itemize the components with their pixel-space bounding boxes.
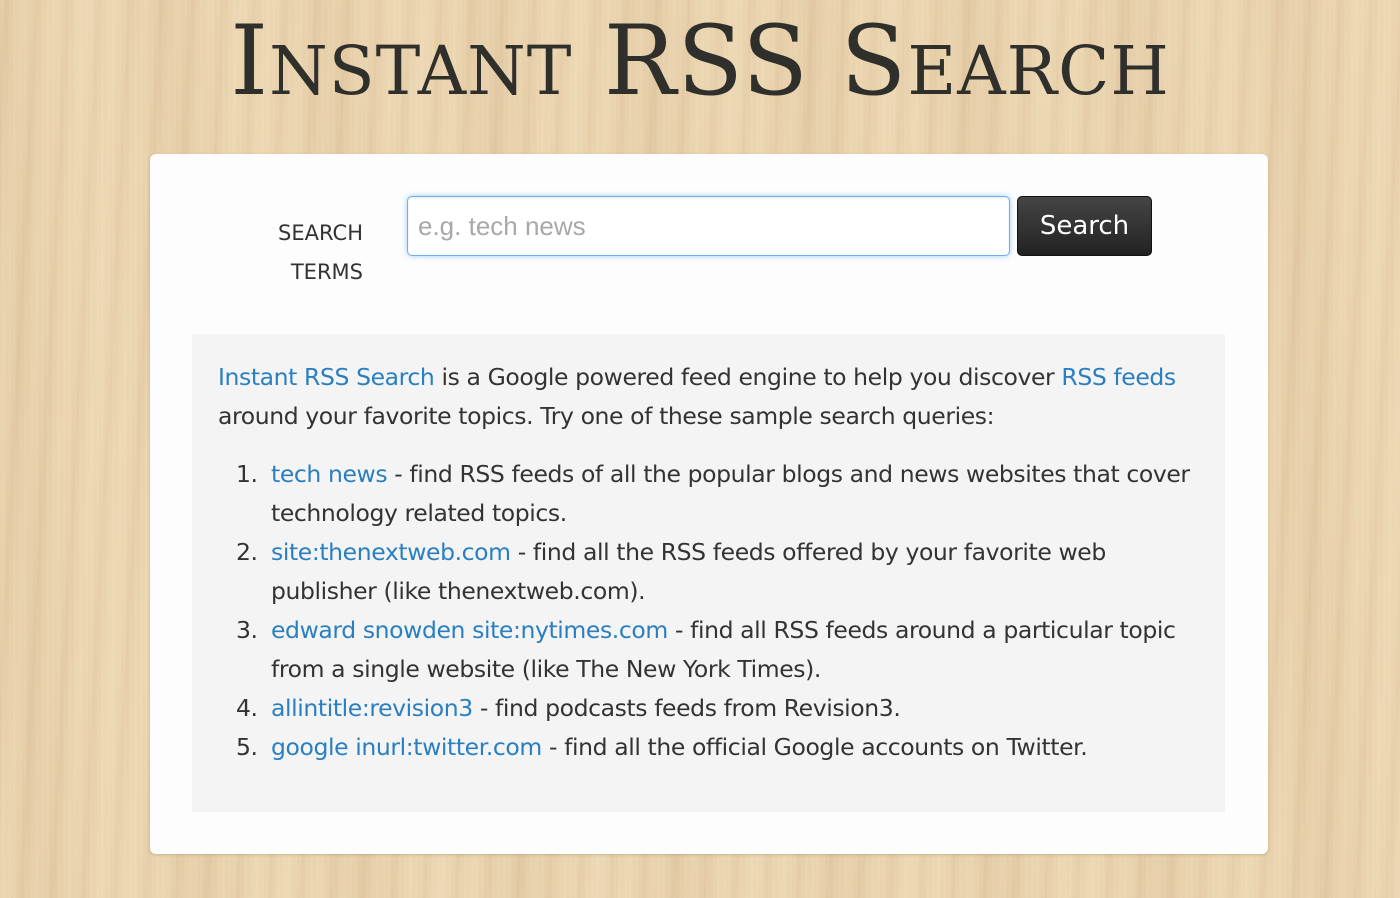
list-item: 2. site:thenextweb.com - find all the RSS… bbox=[236, 533, 1196, 611]
sample-query-description: - find RSS feeds of all the popular blog… bbox=[271, 460, 1190, 527]
rss-feeds-link[interactable]: RSS feeds bbox=[1061, 363, 1176, 391]
list-item: 1. tech news - find RSS feeds of all the … bbox=[236, 455, 1196, 533]
sample-query-link[interactable]: site:thenextweb.com bbox=[271, 538, 511, 566]
sample-query-link[interactable]: allintitle:revision3 bbox=[271, 694, 473, 722]
list-item-number: 4. bbox=[236, 694, 258, 722]
list-item: 4. allintitle:revision3 - find podcasts f… bbox=[236, 689, 1196, 728]
sample-query-link[interactable]: google inurl:twitter.com bbox=[271, 733, 542, 761]
instant-rss-search-link[interactable]: Instant RSS Search bbox=[218, 363, 435, 391]
sample-query-description: - find podcasts feeds from Revision3. bbox=[472, 694, 901, 722]
search-button[interactable]: Search bbox=[1017, 196, 1152, 256]
list-item-number: 2. bbox=[236, 538, 258, 566]
list-item: 5. google inurl:twitter.com - find all th… bbox=[236, 728, 1196, 767]
intro-text-1: is a Google powered feed engine to help … bbox=[434, 363, 1062, 391]
list-item-number: 1. bbox=[236, 460, 258, 488]
page-title: Instant RSS Search bbox=[230, 5, 1170, 117]
list-item-number: 5. bbox=[236, 733, 258, 761]
intro-paragraph: Instant RSS Search is a Google powered f… bbox=[218, 358, 1178, 436]
list-item-number: 3. bbox=[236, 616, 258, 644]
sample-query-description: - find all the official Google accounts … bbox=[541, 733, 1088, 761]
sample-query-link[interactable]: edward snowden site:nytimes.com bbox=[271, 616, 668, 644]
list-item: 3. edward snowden site:nytimes.com - find… bbox=[236, 611, 1196, 689]
search-terms-label: SEARCH TERMS bbox=[278, 221, 363, 284]
sample-queries-list: 1. tech news - find RSS feeds of all the … bbox=[236, 455, 1196, 767]
search-input[interactable] bbox=[407, 196, 1010, 256]
intro-text-2: around your favorite topics. Try one of … bbox=[218, 402, 995, 430]
sample-query-link[interactable]: tech news bbox=[271, 460, 388, 488]
